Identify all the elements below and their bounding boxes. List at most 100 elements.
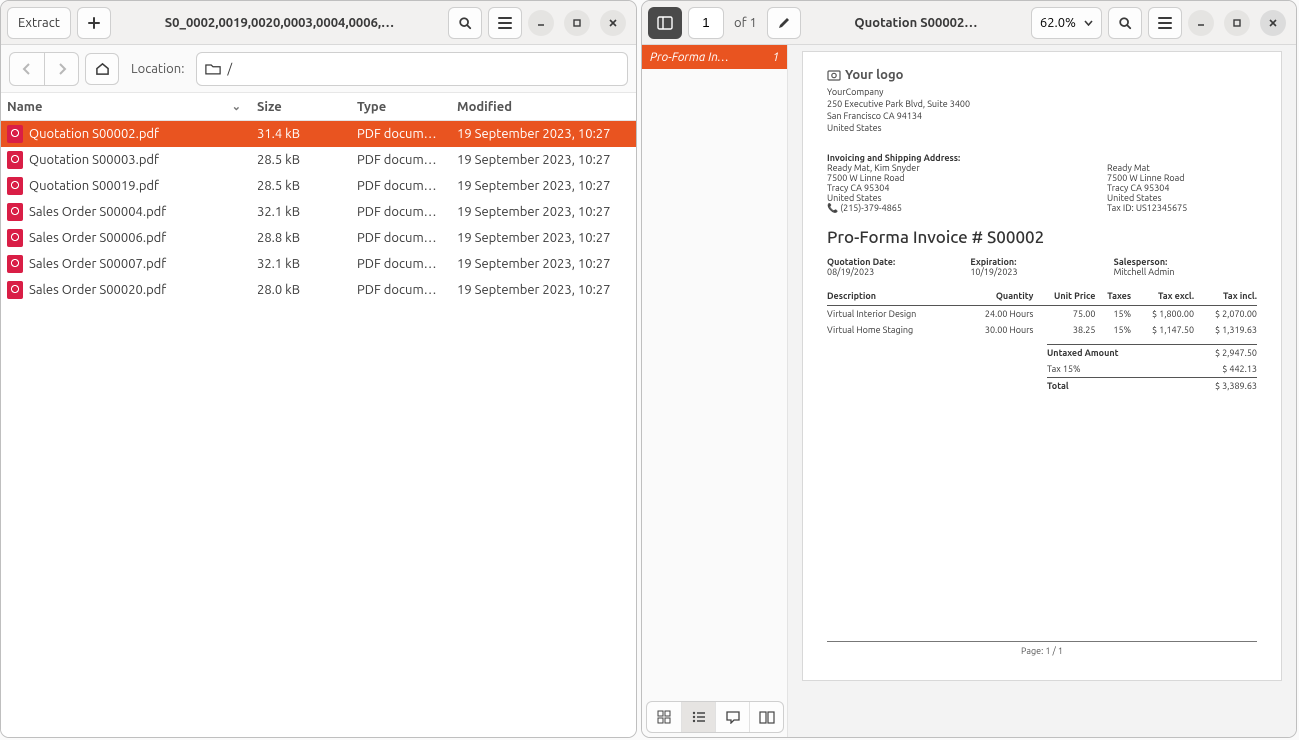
list-icon xyxy=(692,711,706,723)
table-row[interactable]: Sales Order S00006.pdf28.8 kBPDF docum…1… xyxy=(1,225,636,251)
archive-title: S0_0002,0019,0020,0003,0004,0006,… xyxy=(117,16,442,30)
table-row[interactable]: Quotation S00019.pdf28.5 kBPDF docum…19 … xyxy=(1,173,636,199)
chevron-down-icon xyxy=(1084,20,1093,26)
document-title: Pro-Forma Invoice # S00002 xyxy=(827,228,1257,247)
view-dual-page-button[interactable] xyxy=(749,702,783,732)
view-list-button[interactable] xyxy=(681,702,715,732)
file-modified: 19 September 2023, 10:27 xyxy=(451,283,636,297)
th-taxes: Taxes xyxy=(1095,287,1131,306)
li-desc: Virtual Interior Design xyxy=(827,305,961,322)
back-button[interactable] xyxy=(10,53,44,85)
table-row[interactable]: Quotation S00003.pdf28.5 kBPDF docum…19 … xyxy=(1,147,636,173)
file-name: Sales Order S00007.pdf xyxy=(29,257,166,271)
forward-button[interactable] xyxy=(44,53,78,85)
viewer-maximize-button[interactable] xyxy=(1224,10,1250,36)
table-row[interactable]: Sales Order S00020.pdf28.0 kBPDF docum…1… xyxy=(1,277,636,303)
annotate-button[interactable] xyxy=(767,7,801,39)
minimize-button[interactable] xyxy=(528,10,554,36)
hamburger-icon xyxy=(1158,17,1172,29)
meta-quotation-date: Quotation Date:08/19/2023 xyxy=(827,257,970,277)
location-bar: Location: / xyxy=(1,45,636,93)
th-description: Description xyxy=(827,287,961,306)
document-meta: Quotation Date:08/19/2023 Expiration:10/… xyxy=(827,257,1257,277)
li-qty: 24.00 Hours xyxy=(961,305,1034,322)
thumbnail-pane: Pro-Forma In… 1 xyxy=(642,45,788,737)
pdf-viewer-window: of 1 Quotation S00002… 62.0% Pro-Forma I… xyxy=(641,0,1297,738)
th-quantity: Quantity xyxy=(961,287,1034,306)
pencil-icon xyxy=(777,16,791,30)
meta-salesperson: Salesperson:Mitchell Admin xyxy=(1114,257,1257,277)
archive-manager-window: Extract S0_0002,0019,0020,0003,0004,0006… xyxy=(0,0,637,738)
sort-indicator-icon: ⌄ xyxy=(232,100,241,113)
hamburger-menu-button[interactable] xyxy=(488,7,522,39)
bill-street: 7500 W Linne Road xyxy=(827,173,960,183)
file-modified: 19 September 2023, 10:27 xyxy=(451,205,636,219)
thumbnail-label: Pro-Forma In… xyxy=(650,51,729,64)
nav-back-forward xyxy=(9,52,79,86)
extract-button[interactable]: Extract xyxy=(7,7,71,39)
thumbnail-page-number: 1 xyxy=(772,51,779,64)
bill-country: United States xyxy=(827,193,960,203)
add-files-button[interactable] xyxy=(77,7,111,39)
table-row[interactable]: Quotation S00002.pdf31.4 kBPDF docum…19 … xyxy=(1,121,636,147)
th-unit-price: Unit Price xyxy=(1033,287,1095,306)
maximize-icon xyxy=(1232,18,1242,28)
viewer-search-button[interactable] xyxy=(1108,7,1142,39)
location-path-text: / xyxy=(227,62,232,76)
file-type: PDF docum… xyxy=(351,231,451,245)
dual-page-icon xyxy=(759,711,775,724)
column-header-modified[interactable]: Modified xyxy=(451,100,636,114)
view-mode-toolbar xyxy=(646,701,784,733)
column-header-type[interactable]: Type xyxy=(351,100,451,114)
home-icon xyxy=(95,62,110,76)
viewer-menu-button[interactable] xyxy=(1148,7,1182,39)
total-label: Total xyxy=(1047,381,1069,391)
plus-icon xyxy=(87,16,101,30)
meta-expiration: Expiration:10/19/2023 xyxy=(970,257,1113,277)
page-number-input[interactable] xyxy=(688,7,724,39)
close-button[interactable] xyxy=(600,10,626,36)
toggle-sidepane-button[interactable] xyxy=(648,7,682,39)
home-button[interactable] xyxy=(85,53,119,85)
window-controls xyxy=(528,10,630,36)
file-modified: 19 September 2023, 10:27 xyxy=(451,153,636,167)
file-type: PDF docum… xyxy=(351,205,451,219)
location-input[interactable]: / xyxy=(196,52,628,86)
pdf-file-icon xyxy=(7,151,23,169)
view-annotations-button[interactable] xyxy=(715,702,749,732)
shipping-address: Ready Mat 7500 W Linne Road Tracy CA 953… xyxy=(1107,153,1257,214)
viewer-minimize-button[interactable] xyxy=(1188,10,1214,36)
li-unit: 38.25 xyxy=(1033,322,1095,338)
close-icon xyxy=(608,18,618,28)
file-type: PDF docum… xyxy=(351,153,451,167)
file-size: 28.0 kB xyxy=(251,283,351,297)
viewer-close-button[interactable] xyxy=(1260,10,1286,36)
file-type: PDF docum… xyxy=(351,179,451,193)
file-name: Quotation S00019.pdf xyxy=(29,179,159,193)
table-row[interactable]: Sales Order S00004.pdf32.1 kBPDF docum…1… xyxy=(1,199,636,225)
column-header-size[interactable]: Size xyxy=(251,100,351,114)
li-excl: $ 1,800.00 xyxy=(1131,305,1194,322)
meta-label: Quotation Date: xyxy=(827,257,970,267)
thumbnail-item[interactable]: Pro-Forma In… 1 xyxy=(642,45,787,69)
ship-citystate: Tracy CA 95304 xyxy=(1107,183,1257,193)
table-row[interactable]: Sales Order S00007.pdf32.1 kBPDF docum…1… xyxy=(1,251,636,277)
document-pane[interactable]: Your logo YourCompany 250 Executive Park… xyxy=(788,45,1296,737)
file-name: Quotation S00002.pdf xyxy=(29,127,159,141)
file-type: PDF docum… xyxy=(351,283,451,297)
column-header-name[interactable]: Name ⌄ xyxy=(1,100,251,114)
pdf-file-icon xyxy=(7,281,23,299)
file-size: 32.1 kB xyxy=(251,205,351,219)
search-icon xyxy=(1118,16,1132,30)
view-grid-button[interactable] xyxy=(647,702,681,732)
pdf-file-icon xyxy=(7,177,23,195)
zoom-select[interactable]: 62.0% xyxy=(1031,7,1102,39)
annotation-icon xyxy=(726,711,740,724)
column-header-name-text: Name xyxy=(7,100,42,114)
total-label: Untaxed Amount xyxy=(1047,348,1119,358)
maximize-button[interactable] xyxy=(564,10,590,36)
company-address: YourCompany 250 Executive Park Blvd, Sui… xyxy=(827,86,1257,135)
viewer-body: Pro-Forma In… 1 Your logo YourCompany 25… xyxy=(642,45,1296,737)
search-button[interactable] xyxy=(448,7,482,39)
pdf-page: Your logo YourCompany 250 Executive Park… xyxy=(802,51,1282,681)
